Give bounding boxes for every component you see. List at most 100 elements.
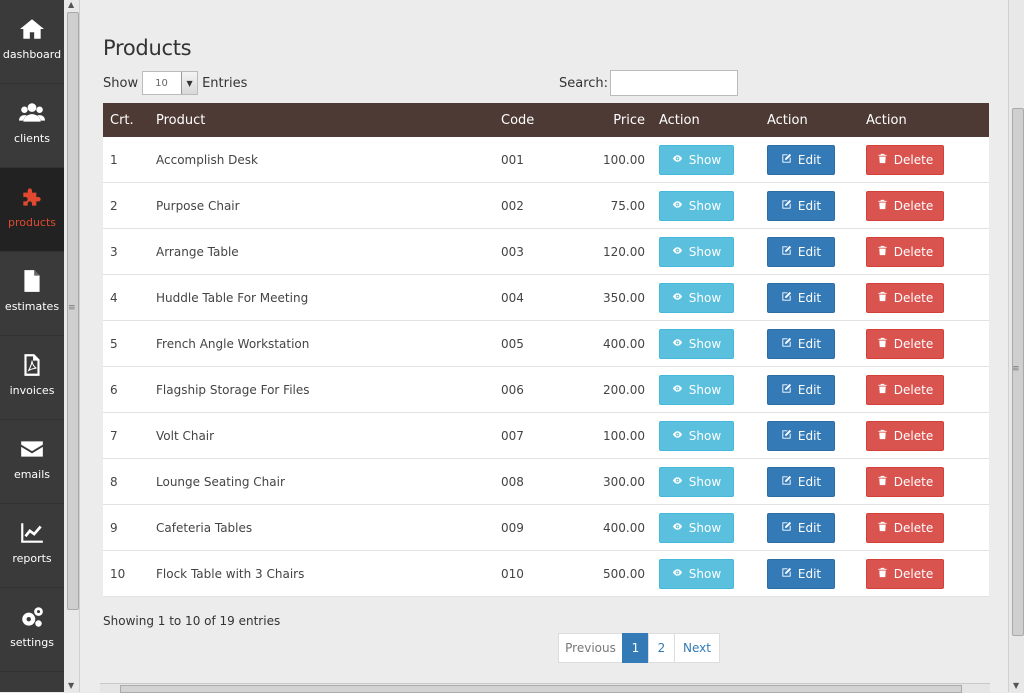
envelope-icon — [17, 434, 47, 464]
cell-code: 008 — [494, 458, 578, 505]
edit-icon — [781, 153, 792, 167]
cell-action-show: Show — [652, 137, 760, 183]
delete-button[interactable]: Delete — [866, 328, 944, 359]
edit-label: Edit — [797, 198, 822, 213]
edit-label: Edit — [797, 428, 822, 443]
cell-action-edit: Edit — [760, 320, 859, 367]
edit-button[interactable]: Edit — [767, 466, 835, 497]
edit-icon — [781, 567, 792, 581]
table-row: 9 Cafeteria Tables 009 400.00 Show Edit Delete — [103, 504, 989, 551]
edit-button[interactable]: Edit — [767, 236, 835, 267]
sidebar-item-invoices[interactable]: invoices — [0, 336, 64, 420]
cell-crt: 10 — [103, 550, 149, 597]
page-scrollbar[interactable]: ≡ ▼ — [1008, 0, 1024, 692]
sidebar: dashboard clients products estimates inv… — [0, 0, 64, 692]
eye-icon — [672, 291, 683, 305]
cell-action-edit: Edit — [760, 366, 859, 413]
scroll-down-icon[interactable]: ▼ — [1013, 681, 1019, 690]
cell-code: 007 — [494, 412, 578, 459]
sidebar-item-dashboard[interactable]: dashboard — [0, 0, 64, 84]
delete-button[interactable]: Delete — [866, 282, 944, 313]
eye-icon — [672, 383, 683, 397]
delete-label: Delete — [893, 382, 934, 397]
sidebar-item-label: settings — [10, 636, 54, 649]
edit-button[interactable]: Edit — [767, 512, 835, 543]
chevron-down-icon[interactable]: ▼ — [181, 72, 198, 94]
sidebar-item-settings[interactable]: settings — [0, 588, 64, 672]
cell-crt: 2 — [103, 182, 149, 229]
pagination-page-2[interactable]: 2 — [648, 633, 675, 663]
delete-button[interactable]: Delete — [866, 420, 944, 451]
edit-button[interactable]: Edit — [767, 144, 835, 175]
eye-icon — [672, 199, 683, 213]
cell-action-delete: Delete — [859, 366, 989, 413]
show-button[interactable]: Show — [659, 236, 734, 267]
delete-button[interactable]: Delete — [866, 512, 944, 543]
search-input[interactable] — [610, 70, 739, 96]
edit-label: Edit — [797, 382, 822, 397]
entries-label: Entries — [202, 75, 248, 91]
edit-button[interactable]: Edit — [767, 558, 835, 589]
col-price[interactable]: Price — [578, 103, 652, 137]
show-button[interactable]: Show — [659, 190, 734, 221]
cell-product: Volt Chair — [149, 412, 494, 459]
cell-product: Cafeteria Tables — [149, 504, 494, 551]
delete-button[interactable]: Delete — [866, 466, 944, 497]
edit-button[interactable]: Edit — [767, 420, 835, 451]
cell-product: Accomplish Desk — [149, 137, 494, 183]
show-button[interactable]: Show — [659, 282, 734, 313]
show-button[interactable]: Show — [659, 420, 734, 451]
show-button[interactable]: Show — [659, 328, 734, 359]
table-row: 3 Arrange Table 003 120.00 Show Edit Delete — [103, 228, 989, 275]
show-button[interactable]: Show — [659, 512, 734, 543]
col-code[interactable]: Code — [494, 103, 578, 137]
scroll-down-icon[interactable]: ▼ — [68, 681, 74, 690]
cell-crt: 8 — [103, 458, 149, 505]
page-length-select[interactable]: 10 ▼ — [142, 71, 199, 95]
delete-button[interactable]: Delete — [866, 374, 944, 405]
delete-button[interactable]: Delete — [866, 236, 944, 267]
scroll-up-icon[interactable]: ▲ — [68, 0, 74, 9]
edit-button[interactable]: Edit — [767, 282, 835, 313]
cell-action-show: Show — [652, 504, 760, 551]
show-button[interactable]: Show — [659, 466, 734, 497]
show-button[interactable]: Show — [659, 374, 734, 405]
edit-label: Edit — [797, 152, 822, 167]
file-icon — [17, 266, 47, 296]
col-action-delete: Action — [859, 103, 989, 137]
sidebar-item-estimates[interactable]: estimates — [0, 252, 64, 336]
table-info: Showing 1 to 10 of 19 entries — [103, 614, 281, 628]
cell-product: Flagship Storage For Files — [149, 366, 494, 413]
sidebar-item-products[interactable]: products — [0, 168, 64, 252]
show-label: Show — [103, 75, 139, 91]
delete-button[interactable]: Delete — [866, 558, 944, 589]
pagination-next[interactable]: Next — [674, 633, 720, 663]
sidebar-item-clients[interactable]: clients — [0, 84, 64, 168]
table-row: 1 Accomplish Desk 001 100.00 Show Edit Delete — [103, 137, 989, 183]
sidebar-item-emails[interactable]: emails — [0, 420, 64, 504]
delete-button[interactable]: Delete — [866, 190, 944, 221]
cell-product: Huddle Table For Meeting — [149, 274, 494, 321]
col-crt[interactable]: Crt. — [103, 103, 149, 137]
delete-button[interactable]: Delete — [866, 144, 944, 175]
cell-code: 003 — [494, 228, 578, 275]
pagination-page-1[interactable]: 1 — [622, 633, 649, 663]
show-label: Show — [688, 382, 722, 397]
edit-button[interactable]: Edit — [767, 328, 835, 359]
show-button[interactable]: Show — [659, 558, 734, 589]
col-product[interactable]: Product — [149, 103, 494, 137]
delete-label: Delete — [893, 336, 934, 351]
eye-icon — [672, 567, 683, 581]
trash-icon — [877, 199, 888, 213]
edit-button[interactable]: Edit — [767, 190, 835, 221]
edit-icon — [781, 337, 792, 351]
edit-button[interactable]: Edit — [767, 374, 835, 405]
search-label: Search: — [559, 75, 609, 91]
sidebar-item-reports[interactable]: reports — [0, 504, 64, 588]
show-button[interactable]: Show — [659, 144, 734, 175]
pagination-previous[interactable]: Previous — [558, 633, 623, 663]
sidebar-scrollbar[interactable]: ▲ ≡ ▼ — [64, 0, 80, 692]
cell-action-delete: Delete — [859, 182, 989, 229]
cell-price: 500.00 — [578, 550, 652, 597]
edit-label: Edit — [797, 290, 822, 305]
